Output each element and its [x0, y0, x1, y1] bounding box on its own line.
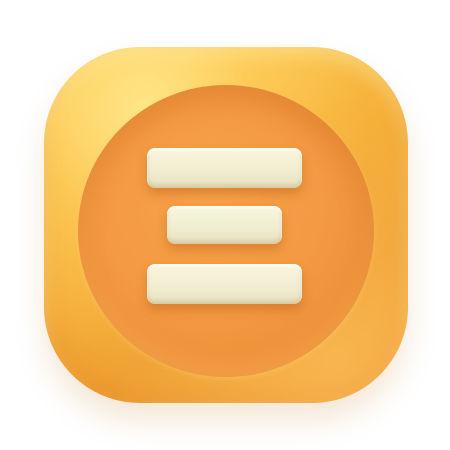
menu-bar-bottom — [147, 264, 302, 304]
canvas — [0, 0, 450, 450]
menu-bar-top — [147, 148, 302, 188]
menu-bar-middle — [167, 206, 282, 244]
